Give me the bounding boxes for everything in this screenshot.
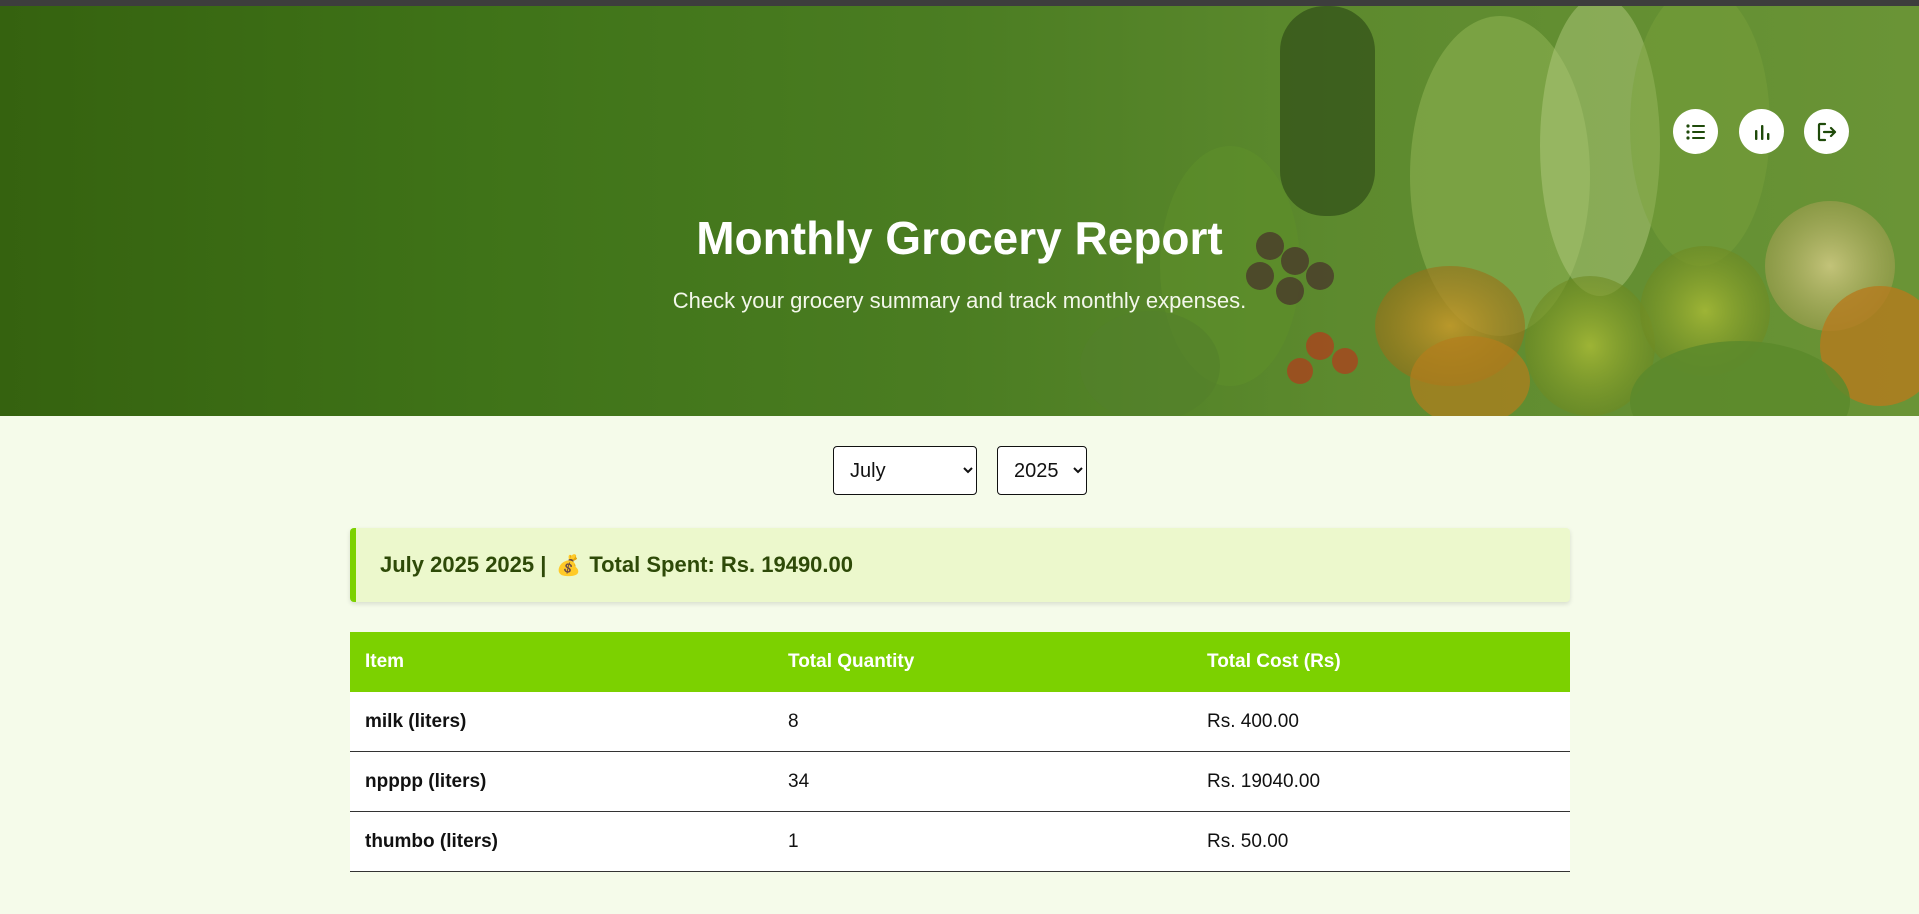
table-row: thumbo (liters) 1 Rs. 50.00 xyxy=(350,811,1570,872)
cell-item: milk (liters) xyxy=(350,692,773,752)
money-bag-icon: 💰 xyxy=(556,554,582,577)
chart-button[interactable] xyxy=(1739,109,1784,154)
cell-cost: Rs. 19040.00 xyxy=(1192,751,1570,812)
table-header-row: Item Total Quantity Total Cost (Rs) xyxy=(350,632,1570,692)
cell-quantity: 8 xyxy=(773,692,1192,752)
table-row: npppp (liters) 34 Rs. 19040.00 xyxy=(350,751,1570,812)
cell-item: npppp (liters) xyxy=(350,751,773,812)
logout-button[interactable] xyxy=(1804,109,1849,154)
year-select[interactable]: 2025 xyxy=(997,446,1087,495)
list-button[interactable] xyxy=(1673,109,1718,154)
list-icon xyxy=(1685,123,1705,140)
month-select[interactable]: July xyxy=(833,446,977,495)
hero-banner: Monthly Grocery Report Check your grocer… xyxy=(0,6,1919,416)
summary-total: Total Spent: Rs. 19490.00 xyxy=(589,552,854,577)
page-subtitle: Check your grocery summary and track mon… xyxy=(672,288,1247,313)
header-item: Item xyxy=(350,632,773,692)
filter-bar: July 2025 xyxy=(833,446,1087,495)
cell-quantity: 34 xyxy=(773,751,1192,812)
table-row: milk (liters) 8 Rs. 400.00 xyxy=(350,692,1570,752)
grocery-report-table: Item Total Quantity Total Cost (Rs) milk… xyxy=(350,632,1570,872)
summary-banner: July 2025 2025 | 💰 Total Spent: Rs. 1949… xyxy=(350,528,1570,602)
page-title: Monthly Grocery Report xyxy=(696,212,1223,264)
cell-cost: Rs. 50.00 xyxy=(1192,811,1570,872)
logout-icon xyxy=(1817,122,1836,141)
header-total-cost: Total Cost (Rs) xyxy=(1192,632,1570,692)
header-total-quantity: Total Quantity xyxy=(773,632,1192,692)
cell-cost: Rs. 400.00 xyxy=(1192,692,1570,752)
cell-quantity: 1 xyxy=(773,811,1192,872)
bar-chart-icon xyxy=(1754,124,1769,140)
summary-period: July 2025 2025 | xyxy=(380,552,547,577)
cell-item: thumbo (liters) xyxy=(350,811,773,872)
